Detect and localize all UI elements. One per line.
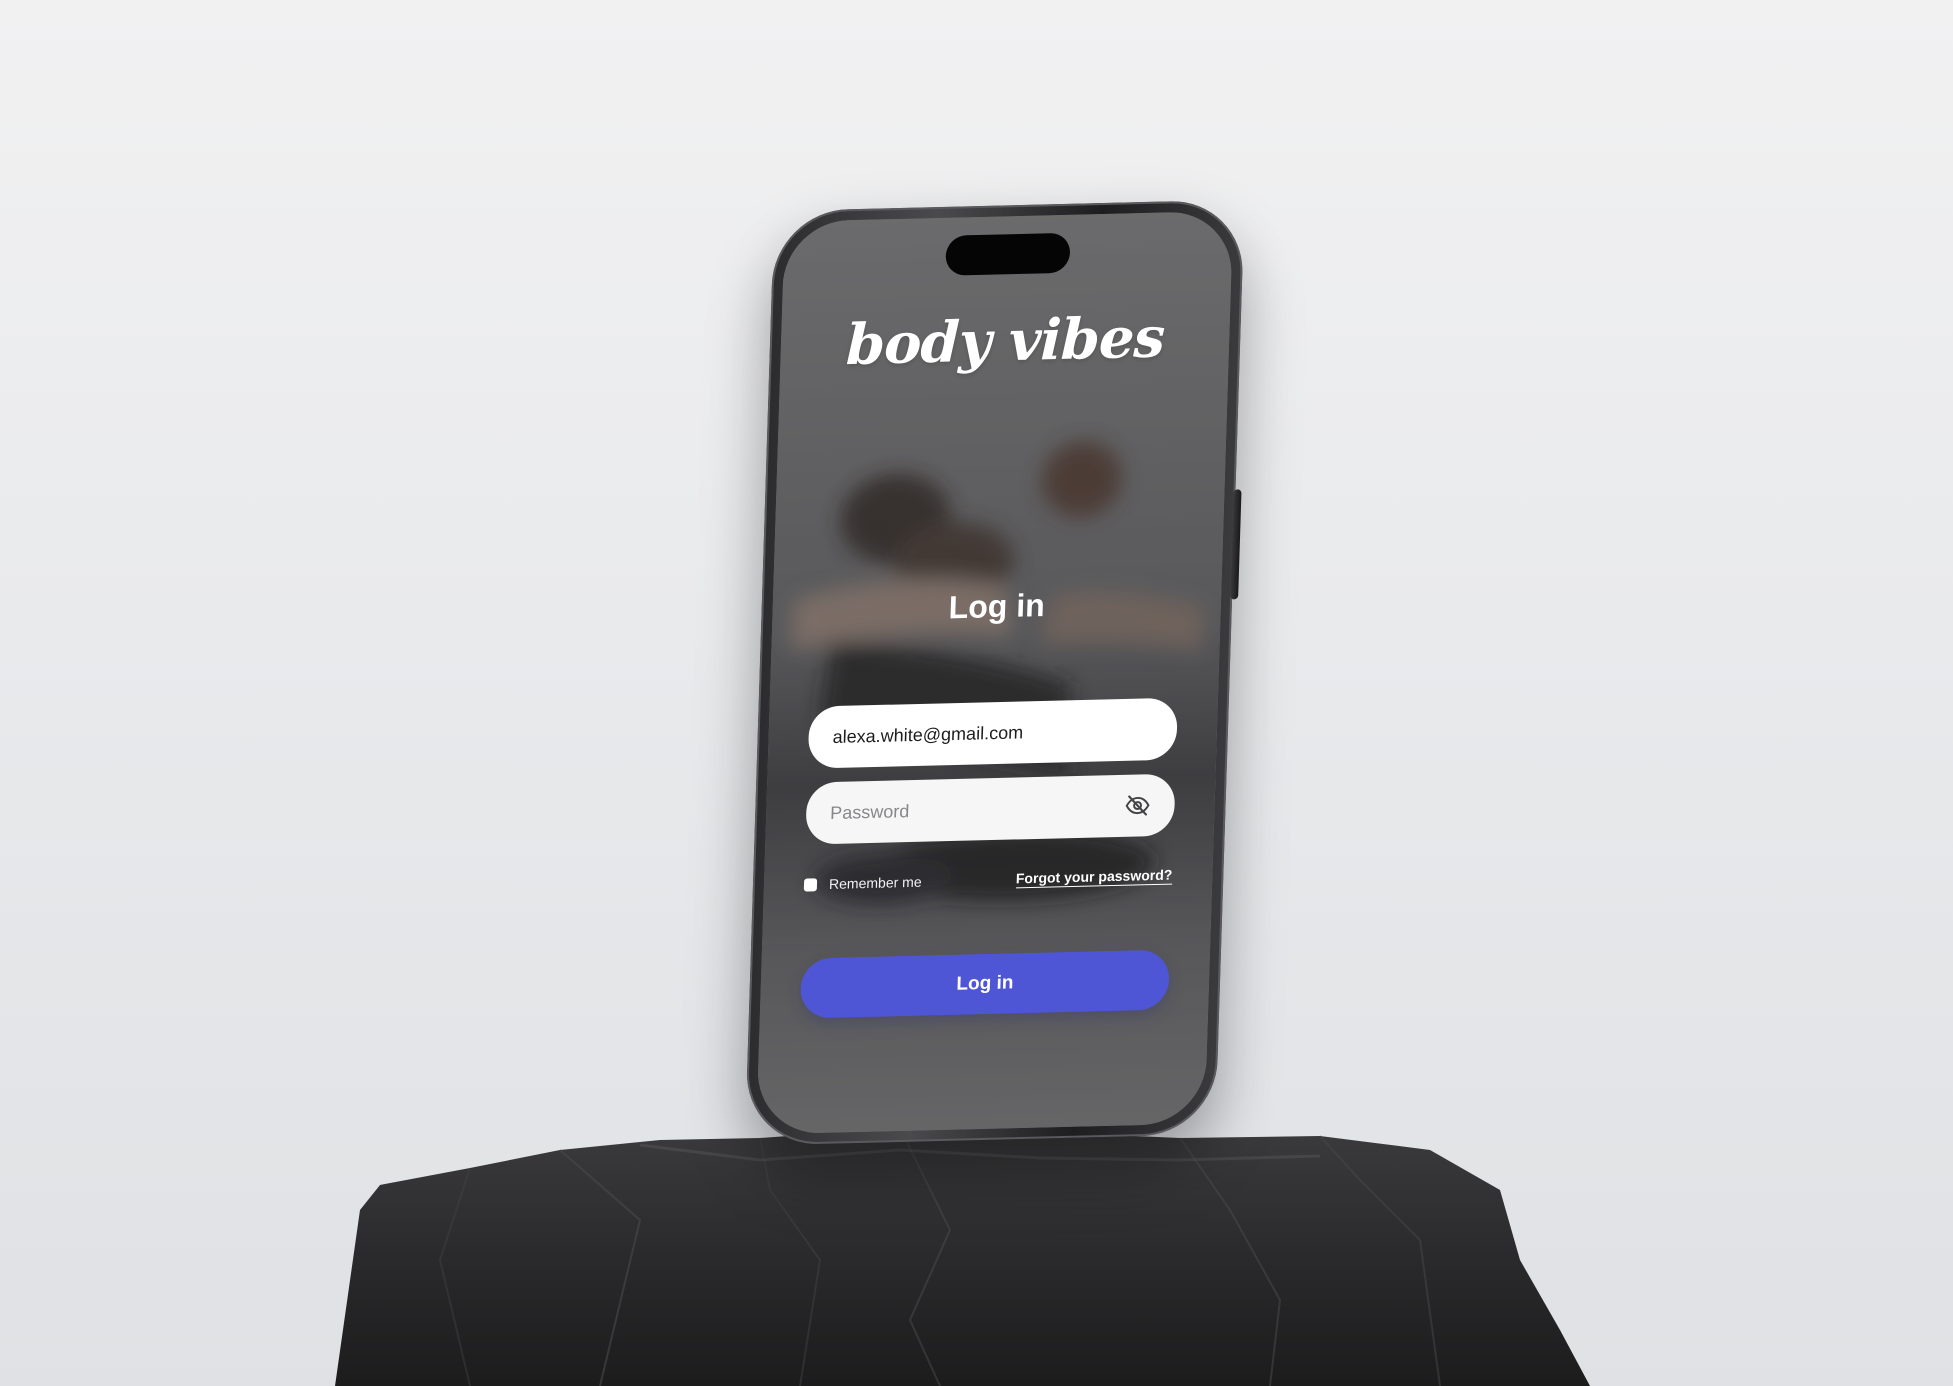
email-field-container bbox=[807, 697, 1178, 769]
phone-mockup: body vibes Log in Remember me Forgot you… bbox=[744, 199, 1245, 1146]
eye-off-icon[interactable] bbox=[1124, 792, 1151, 819]
email-input[interactable] bbox=[832, 718, 1154, 748]
remember-me-checkbox[interactable] bbox=[803, 877, 818, 892]
forgot-password-link[interactable]: Forgot your password? bbox=[1015, 866, 1173, 889]
login-button[interactable]: Log in bbox=[799, 949, 1171, 1019]
password-input[interactable] bbox=[829, 795, 1125, 824]
app-logo: body vibes bbox=[845, 304, 1166, 379]
dynamic-island bbox=[945, 232, 1071, 276]
password-field-container bbox=[805, 773, 1176, 845]
phone-screen: body vibes Log in Remember me Forgot you… bbox=[756, 210, 1234, 1135]
remember-me-label: Remember me bbox=[828, 873, 922, 892]
remember-me[interactable]: Remember me bbox=[803, 873, 922, 893]
